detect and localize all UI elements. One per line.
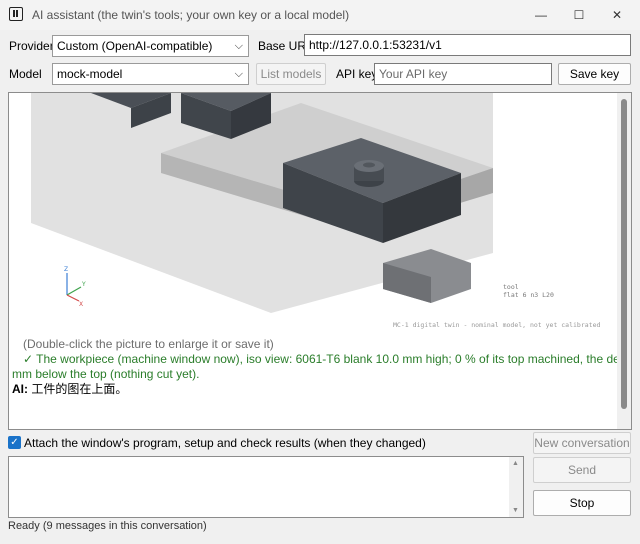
check-result-line-2: mm below the top (nothing cut yet). [12,367,200,381]
chevron-down-icon: ⌵ [234,68,243,80]
axis-x-line [66,294,80,302]
maximize-icon: ☐ [573,8,585,22]
app-icon [9,7,23,21]
input-scrollbar[interactable]: ▲ ▼ [509,457,523,517]
tool-note: tool flat 6 n3 L20 [503,283,554,299]
model-select[interactable]: mock-model ⌵ [52,63,249,85]
attach-label: Attach the window's program, setup and c… [24,436,426,450]
scroll-down-icon[interactable]: ▼ [512,507,519,514]
api-key-input[interactable]: Your API key [374,63,552,85]
boss-hole [363,162,375,168]
workpiece-render[interactable]: Z Y X [31,93,493,329]
close-icon: ✕ [611,8,623,22]
ai-reply: 工件的图在上面。 [31,382,128,396]
model-label: Model [9,67,42,81]
axis-y-label: Y [81,281,86,288]
axis-y-line [66,286,82,296]
new-conversation-button[interactable]: New conversation [533,432,631,454]
conversation-scrollbar[interactable] [617,93,631,429]
api-key-placeholder: Your API key [379,67,448,81]
attach-checkbox[interactable]: ✓ [8,436,21,449]
base-url-value: http://127.0.0.1:53231/v1 [309,38,442,52]
send-button[interactable]: Send [533,457,631,483]
status-text: Ready (9 messages in this conversation) [8,520,207,532]
conversation-pane[interactable]: Z Y X tool flat 6 n3 L20 MC-1 digital tw… [8,92,632,430]
provider-label: Provider [9,39,54,53]
close-button[interactable]: ✕ [594,0,640,30]
list-models-button[interactable]: List models [256,63,326,85]
save-key-button[interactable]: Save key [558,63,631,85]
ai-message: AI: 工件的图在上面。 [12,382,127,397]
chevron-down-icon: ⌵ [234,40,243,52]
check-result-line-1: ✓ The workpiece (machine window now), is… [23,352,631,366]
api-key-label: API key [336,67,378,81]
checkmark-icon: ✓ [10,437,19,448]
scroll-up-icon[interactable]: ▲ [512,460,519,467]
window-title: AI assistant (the twin's tools; your own… [32,8,350,22]
render-footer-note: MC-1 digital twin - nominal model, not y… [393,321,601,329]
axis-z-label: Z [64,266,68,273]
provider-value: Custom (OpenAI-compatible) [57,39,213,53]
scrollbar-thumb[interactable] [621,99,627,409]
base-url-input[interactable]: http://127.0.0.1:53231/v1 [304,34,631,56]
model-value: mock-model [57,67,123,81]
stop-button[interactable]: Stop [533,490,631,516]
ai-label: AI: [12,382,28,396]
enlarge-hint: (Double-click the picture to enlarge it … [23,337,274,351]
axis-x-label: X [79,301,83,308]
provider-select[interactable]: Custom (OpenAI-compatible) ⌵ [52,35,249,57]
message-input[interactable]: ▲ ▼ [8,456,524,518]
minimize-icon: — [535,8,547,22]
